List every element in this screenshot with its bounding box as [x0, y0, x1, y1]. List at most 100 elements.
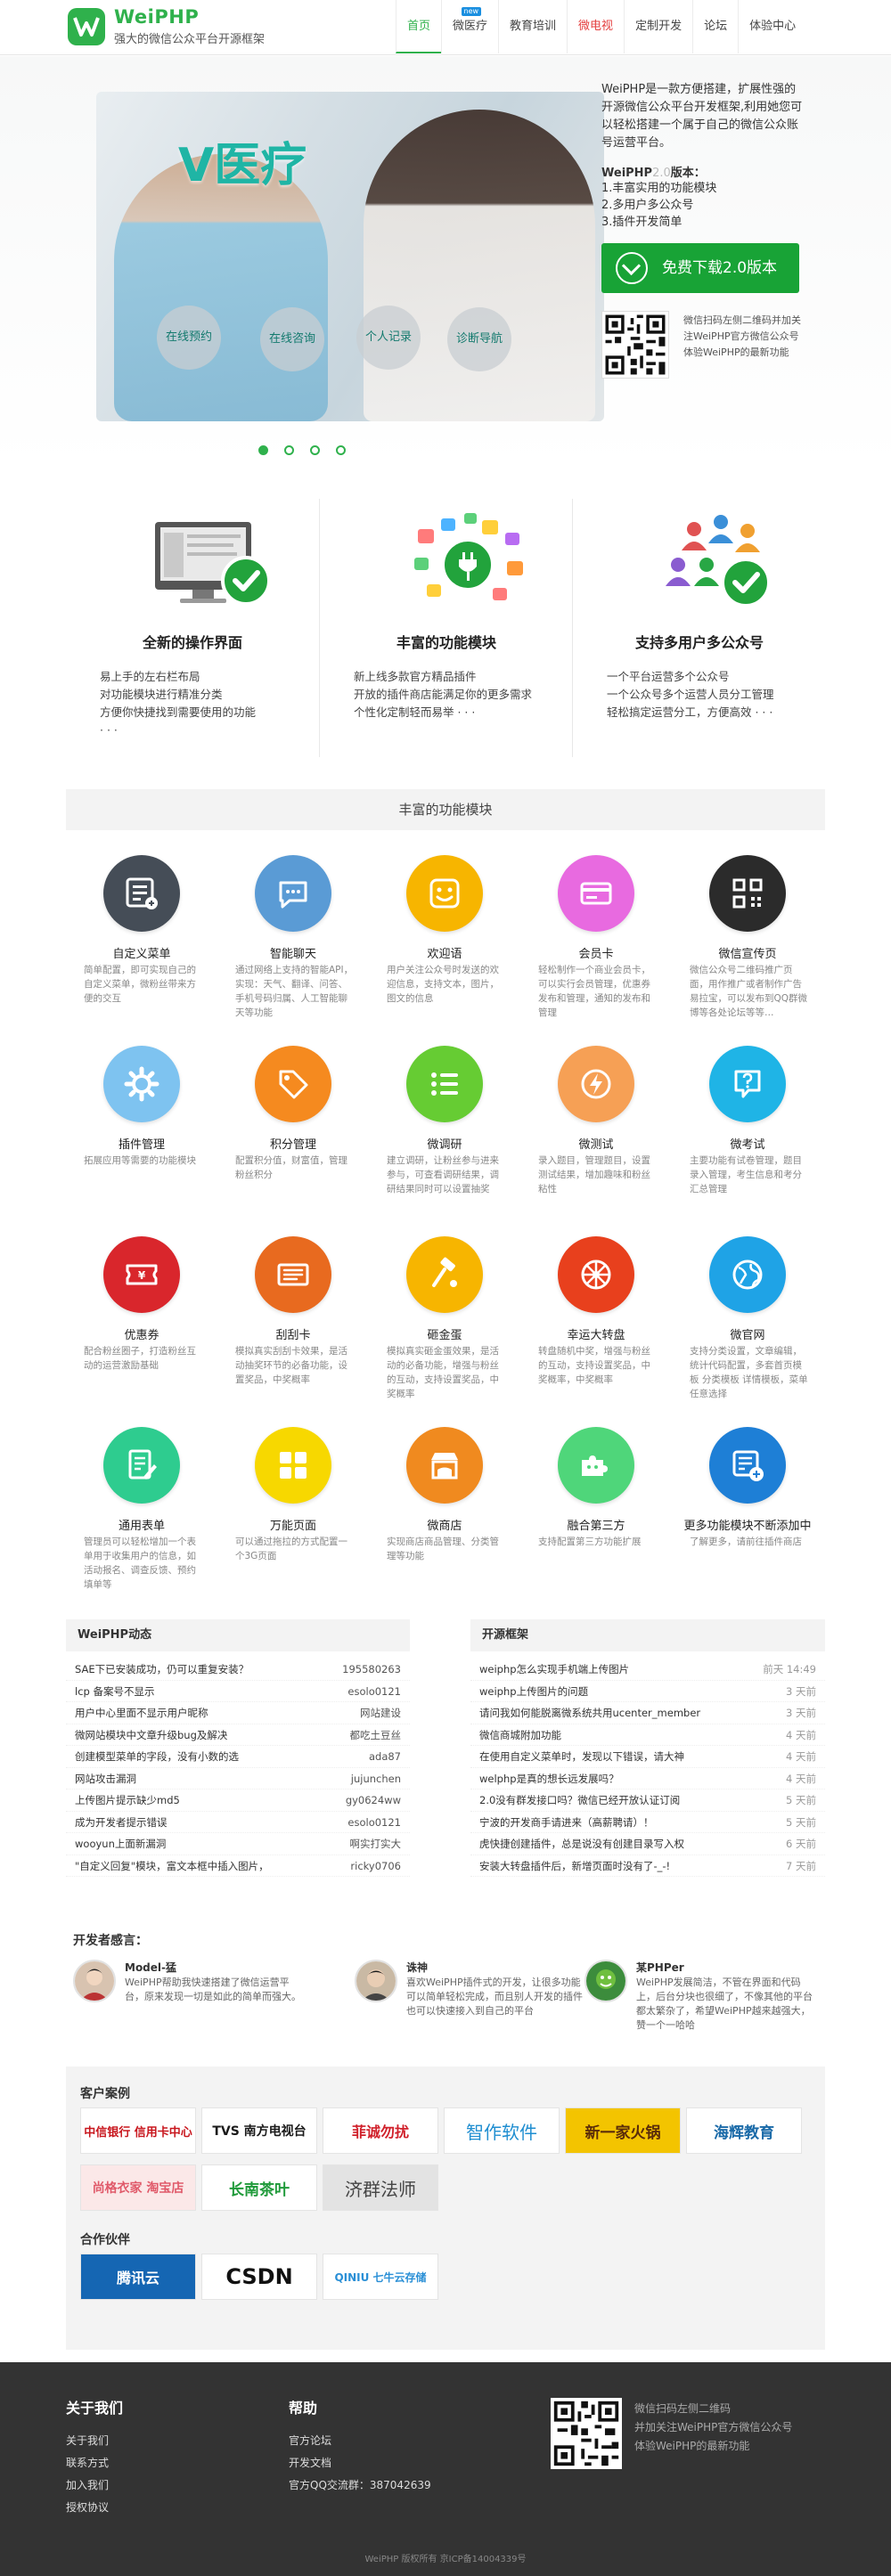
hero-banner: V医疗 在线预约 在线咨询 个人记录 诊断导航 WeiPHP是一款方便搭建，扩展… [0, 56, 891, 468]
client-logo-feicheng[interactable]: 菲诚勿扰 [323, 2107, 438, 2154]
news-row[interactable]: weiphp上传图片的问题 3 天前 [470, 1681, 825, 1702]
carousel-dots [258, 445, 346, 455]
download-icon [616, 252, 648, 284]
nav-tv[interactable]: 微电视 [567, 0, 624, 53]
module-golden-egg[interactable]: 砸金蛋 模拟真实砸金蛋效果，是活动的必备功能，增强与粉丝的互动，支持设置奖品，中… [369, 1236, 520, 1423]
nav-forum[interactable]: 论坛 [692, 0, 738, 53]
bubble-online-consult[interactable]: 在线咨询 [260, 307, 324, 371]
client-logo-citic[interactable]: 中信银行 信用卡中心 [80, 2107, 196, 2154]
client-logo-changnan[interactable]: 长南茶叶 [201, 2164, 317, 2211]
footer-link[interactable]: 官方论坛 [289, 2430, 431, 2452]
footer-link[interactable]: 官方QQ交流群：387042639 [289, 2474, 431, 2497]
download-button[interactable]: 免费下载2.0版本 [601, 243, 799, 293]
feature-title: 支持多用户多公众号 [634, 634, 764, 651]
monitor-check-icon [146, 509, 280, 616]
news-row[interactable]: 2.0没有群发接口吗？微信已经开放认证订阅 5 天前 [470, 1789, 825, 1812]
footer-about: 关于我们 关于我们 联系方式 加入我们 授权协议 [66, 2396, 123, 2519]
news-title: 开源框架 [470, 1619, 825, 1651]
feature-interface: 全新的操作界面 易上手的左右栏布局 对功能模块进行精准分类 方便你快捷找到需要使… [66, 499, 319, 757]
news-row[interactable]: 请问我如何能脱离微系统共用ucenter_member 3 天前 [470, 1702, 825, 1724]
carousel-dot-3[interactable] [310, 445, 320, 455]
news-row[interactable]: 微信商城附加功能 4 天前 [470, 1724, 825, 1746]
partner-logo-tencent-cloud[interactable]: 腾讯云 [80, 2254, 196, 2300]
news-row[interactable]: 网站攻击漏洞 jujunchen [66, 1768, 410, 1789]
question-icon [709, 1046, 786, 1122]
smiley-icon [406, 855, 483, 932]
footer-link[interactable]: 授权协议 [66, 2497, 123, 2519]
module-coupon[interactable]: ¥ 优惠券 配合粉丝圈子，打造粉丝互动的运营激励基础 [66, 1236, 217, 1423]
nav-home[interactable]: 首页 [396, 0, 442, 53]
bubble-personal-record[interactable]: 个人记录 [356, 306, 421, 370]
client-logo-haihui[interactable]: 海辉教育 [686, 2107, 802, 2154]
module-micro-site[interactable]: 微官网 支持分类设置，文章编辑，统计代码配置，多套首页模板 分类模板 详情模板，… [672, 1236, 823, 1423]
news-open-source: 开源框架 weiphp怎么实现手机端上传图片 前天 14:49 weiphp上传图… [470, 1619, 825, 1877]
version-features: 1.丰富实用的功能模块 2.多用户多公众号 3.插件开发简单 [601, 182, 717, 229]
menu-list-icon [103, 855, 180, 932]
doctor-figure [364, 110, 595, 421]
carousel-dot-2[interactable] [284, 445, 294, 455]
module-micro-shop[interactable]: 微商店 实现商店商品管理、分类管理等功能 [369, 1427, 520, 1614]
news-list: weiphp怎么实现手机端上传图片 前天 14:49 weiphp上传图片的问题 3… [470, 1659, 825, 1877]
nav-experience[interactable]: 体验中心 [738, 0, 806, 53]
module-general-form[interactable]: 通用表单 管理员可以轻松增加一个表单用于收集用户的信息，如活动报名、调查反馈、预… [66, 1427, 217, 1614]
client-logo-xinyijia[interactable]: 新一家火锅 [565, 2107, 681, 2154]
news-row[interactable]: "自定义回复"模块，富文本框中插入图片， ricky0706 [66, 1855, 410, 1877]
client-logo-tvs[interactable]: TVS 南方电视台 [201, 2107, 317, 2154]
bubble-online-booking[interactable]: 在线预约 [157, 306, 221, 370]
footer-help: 帮助 官方论坛 开发文档 官方QQ交流群：387042639 [289, 2396, 431, 2497]
module-promo-page[interactable]: 微信宣传页 微信公众号二维码推广页面，用作推广或者制作广告易拉宝，可以发布到QQ… [672, 855, 823, 1042]
news-row[interactable]: 上传图片提示缺少md5 gy0624ww [66, 1789, 410, 1812]
news-row[interactable]: SAE下已安装成功，仍可以重复安装？ 195580263 [66, 1659, 410, 1681]
module-smart-chat[interactable]: 智能聊天 通过网络上支持的智能API，实现：天气、翻译、问答、手机号码归属、人工… [217, 855, 369, 1042]
footer-link[interactable]: 关于我们 [66, 2430, 123, 2452]
module-survey[interactable]: 微调研 建立调研，让粉丝参与进来参与，可查看调研结果，调研结果同时可以设置抽奖 [369, 1046, 520, 1233]
module-member-card[interactable]: 会员卡 轻松制作一个商业会员卡，可以实行会员管理，优惠券发布和管理，通知的发布和… [520, 855, 672, 1042]
module-test[interactable]: 微测试 录入题目，管理题目，设置测试结果，增加趣味和粉丝粘性 [520, 1046, 672, 1233]
module-custom-menu[interactable]: 自定义菜单 简单配置，即可实现自己的自定义菜单，微粉丝带来方便的交互 [66, 855, 217, 1042]
module-more[interactable]: 更多功能模块不断添加中 了解更多，请前往插件商店 [672, 1427, 823, 1614]
news-row[interactable]: 安装大转盘插件后，新增页面时没有了-_-! 7 天前 [470, 1855, 825, 1877]
carousel-dot-4[interactable] [336, 445, 346, 455]
news-row[interactable]: weiphp怎么实现手机端上传图片 前天 14:49 [470, 1659, 825, 1681]
footer-link[interactable]: 开发文档 [289, 2452, 431, 2474]
weiphp-logo[interactable] [68, 8, 105, 45]
nav-education[interactable]: 教育培训 [498, 0, 567, 53]
news-row[interactable]: welphp是真的想长远发展吗？ 4 天前 [470, 1768, 825, 1789]
module-exam[interactable]: 微考试 主要功能有试卷管理，题目录入管理，考生信息和考分汇总管理 [672, 1046, 823, 1233]
client-logo-zhizuo[interactable]: 智作软件 [444, 2107, 560, 2154]
module-lucky-wheel[interactable]: 幸运大转盘 转盘随机中奖，增强与粉丝的互动，支持设置奖品，中奖概率，中奖概率 [520, 1236, 672, 1423]
news-row[interactable]: lcp 备案号不显示 esolo0121 [66, 1681, 410, 1702]
partner-logo-qiniu[interactable]: QINIU 七牛云存储 [323, 2254, 438, 2300]
news-row[interactable]: 微网站模块中文章升级bug及解决 都吃土豆丝 [66, 1724, 410, 1746]
hero-qr-text: 微信扫码左侧二维码并加关注WeiPHP官方微信公众号体验WeiPHP的最新功能 [683, 314, 801, 358]
nurse-figure [114, 154, 328, 421]
puzzle-icon [558, 1427, 634, 1504]
carousel-dot-1[interactable] [258, 445, 268, 455]
developers-title: 开发者感言： [73, 1934, 148, 1948]
module-points[interactable]: 积分管理 配置积分值，财富值，管理粉丝积分 [217, 1046, 369, 1233]
module-universal-page[interactable]: 万能页面 可以通过拖拉的方式配置一个3G页面 [217, 1427, 369, 1614]
nav-medical[interactable]: new 微医疗 [441, 0, 498, 53]
tag-icon [255, 1046, 331, 1122]
news-row[interactable]: wooyun上面新漏洞 啊实打实大 [66, 1833, 410, 1855]
news-list: SAE下已安装成功，仍可以重复安装？ 195580263 lcp 备案号不显示 es… [66, 1659, 410, 1877]
partner-logo-csdn[interactable]: CSDN [201, 2254, 317, 2300]
client-logo-jiqun[interactable]: 济群法师 [323, 2164, 438, 2211]
news-row[interactable]: 用户中心里面不显示用户昵称 网站建设 [66, 1702, 410, 1724]
bubble-diagnosis-nav[interactable]: 诊断导航 [447, 307, 511, 371]
footer-link[interactable]: 加入我们 [66, 2474, 123, 2497]
chat-bubble-icon [255, 855, 331, 932]
news-row[interactable]: 在使用自定义菜单时，发现以下错误，请大神 4 天前 [470, 1746, 825, 1768]
module-scratch-card[interactable]: 刮刮卡 模拟真实刮刮卡效果，是活动抽奖环节的必备功能，设置奖品，中奖概率 [217, 1236, 369, 1423]
news-row[interactable]: 虎快捷创建插件，总是说没有创建目录写入权 6 天前 [470, 1833, 825, 1855]
module-welcome[interactable]: 欢迎语 用户关注公众号时发送的欢迎信息，支持文本，图片，图文的信息 [369, 855, 520, 1042]
module-third-party[interactable]: 融合第三方 支持配置第三方功能扩展 [520, 1427, 672, 1614]
news-row[interactable]: 创建模型菜单的字段，没有小数的选 ada87 [66, 1746, 410, 1768]
nav-custom-dev[interactable]: 定制开发 [624, 0, 692, 53]
client-logo-shangge[interactable]: 尚格衣家 淘宝店 [80, 2164, 196, 2211]
wheel-icon [558, 1236, 634, 1313]
news-row[interactable]: 成为开发者提示错误 esolo0121 [66, 1812, 410, 1833]
module-plugin-manage[interactable]: 插件管理 拓展应用等需要的功能模块 [66, 1046, 217, 1233]
news-row[interactable]: 宁波的开发商手请进来（高薪聘请）！ 5 天前 [470, 1812, 825, 1833]
footer-link[interactable]: 联系方式 [66, 2452, 123, 2474]
